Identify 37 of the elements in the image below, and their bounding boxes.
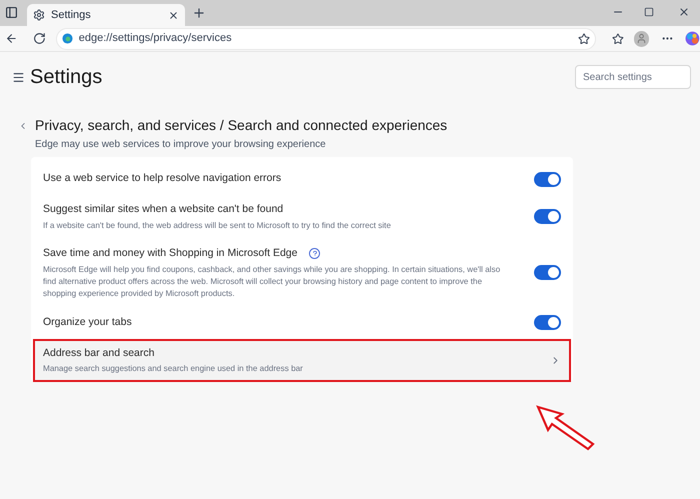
setting-title: Address bar and search <box>43 346 154 360</box>
menu-icon[interactable] <box>12 70 25 84</box>
pointer-arrow <box>536 405 596 451</box>
favorite-icon[interactable] <box>578 32 590 44</box>
tab-title: Settings <box>51 8 92 23</box>
toggle-switch[interactable] <box>534 172 561 186</box>
back-icon[interactable] <box>5 32 18 45</box>
profile-avatar[interactable] <box>634 30 650 46</box>
help-icon[interactable] <box>309 248 320 260</box>
setting-title: Suggest similar sites when a website can't be found <box>43 202 284 217</box>
assistant-logo-icon[interactable] <box>685 31 700 46</box>
setting-title: Save time and money with Shopping in Microsoft Edge <box>43 246 298 261</box>
close-icon[interactable] <box>168 10 179 20</box>
setting-title: Organize your tabs <box>43 314 132 330</box>
favorites-icon[interactable] <box>612 32 624 44</box>
refresh-icon[interactable] <box>32 32 46 45</box>
toggle-switch[interactable] <box>534 265 561 280</box>
address-bar[interactable]: edge://settings/privacy/services <box>56 28 596 50</box>
url-text: edge://settings/privacy/services <box>78 31 233 46</box>
breadcrumb: Privacy, search, and services / Search and connected experiences <box>35 116 448 135</box>
sidebar-icon[interactable] <box>5 6 18 19</box>
page-title: Settings <box>30 65 102 90</box>
setting-description: Manage search suggestions and search engine used in the address bar <box>43 363 303 376</box>
search-field[interactable]: Search settings <box>575 65 691 89</box>
new-tab-icon[interactable] <box>192 6 206 20</box>
toggle-switch[interactable] <box>534 209 561 224</box>
settings-link-row[interactable]: Address bar and search Manage search suggestions and search engine used in the address bar <box>33 338 571 382</box>
toggle-switch[interactable] <box>534 315 561 330</box>
setting-title: Use a web service to help resolve navigation errors <box>43 171 282 186</box>
setting-description: If a website can't be found, the web address will be sent to Microsoft to try to find the correct site <box>43 220 391 232</box>
settings-icon <box>33 9 45 21</box>
setting-description: Microsoft Edge will help you find coupons, cashback, and other savings while you are shopping. In certain situations, we'll also find alternative product offers across the web. Microsoft will collect your browsing history and page content to improve the shopping experience provided by Microsoft products. <box>43 264 502 300</box>
browser-tab[interactable]: Settings <box>27 4 185 26</box>
subtitle: Edge may use web services to improve your browsing experience <box>35 138 327 152</box>
close-icon[interactable] <box>678 6 690 18</box>
maximize-icon[interactable] <box>644 7 654 17</box>
browser-logo-icon <box>62 33 73 44</box>
